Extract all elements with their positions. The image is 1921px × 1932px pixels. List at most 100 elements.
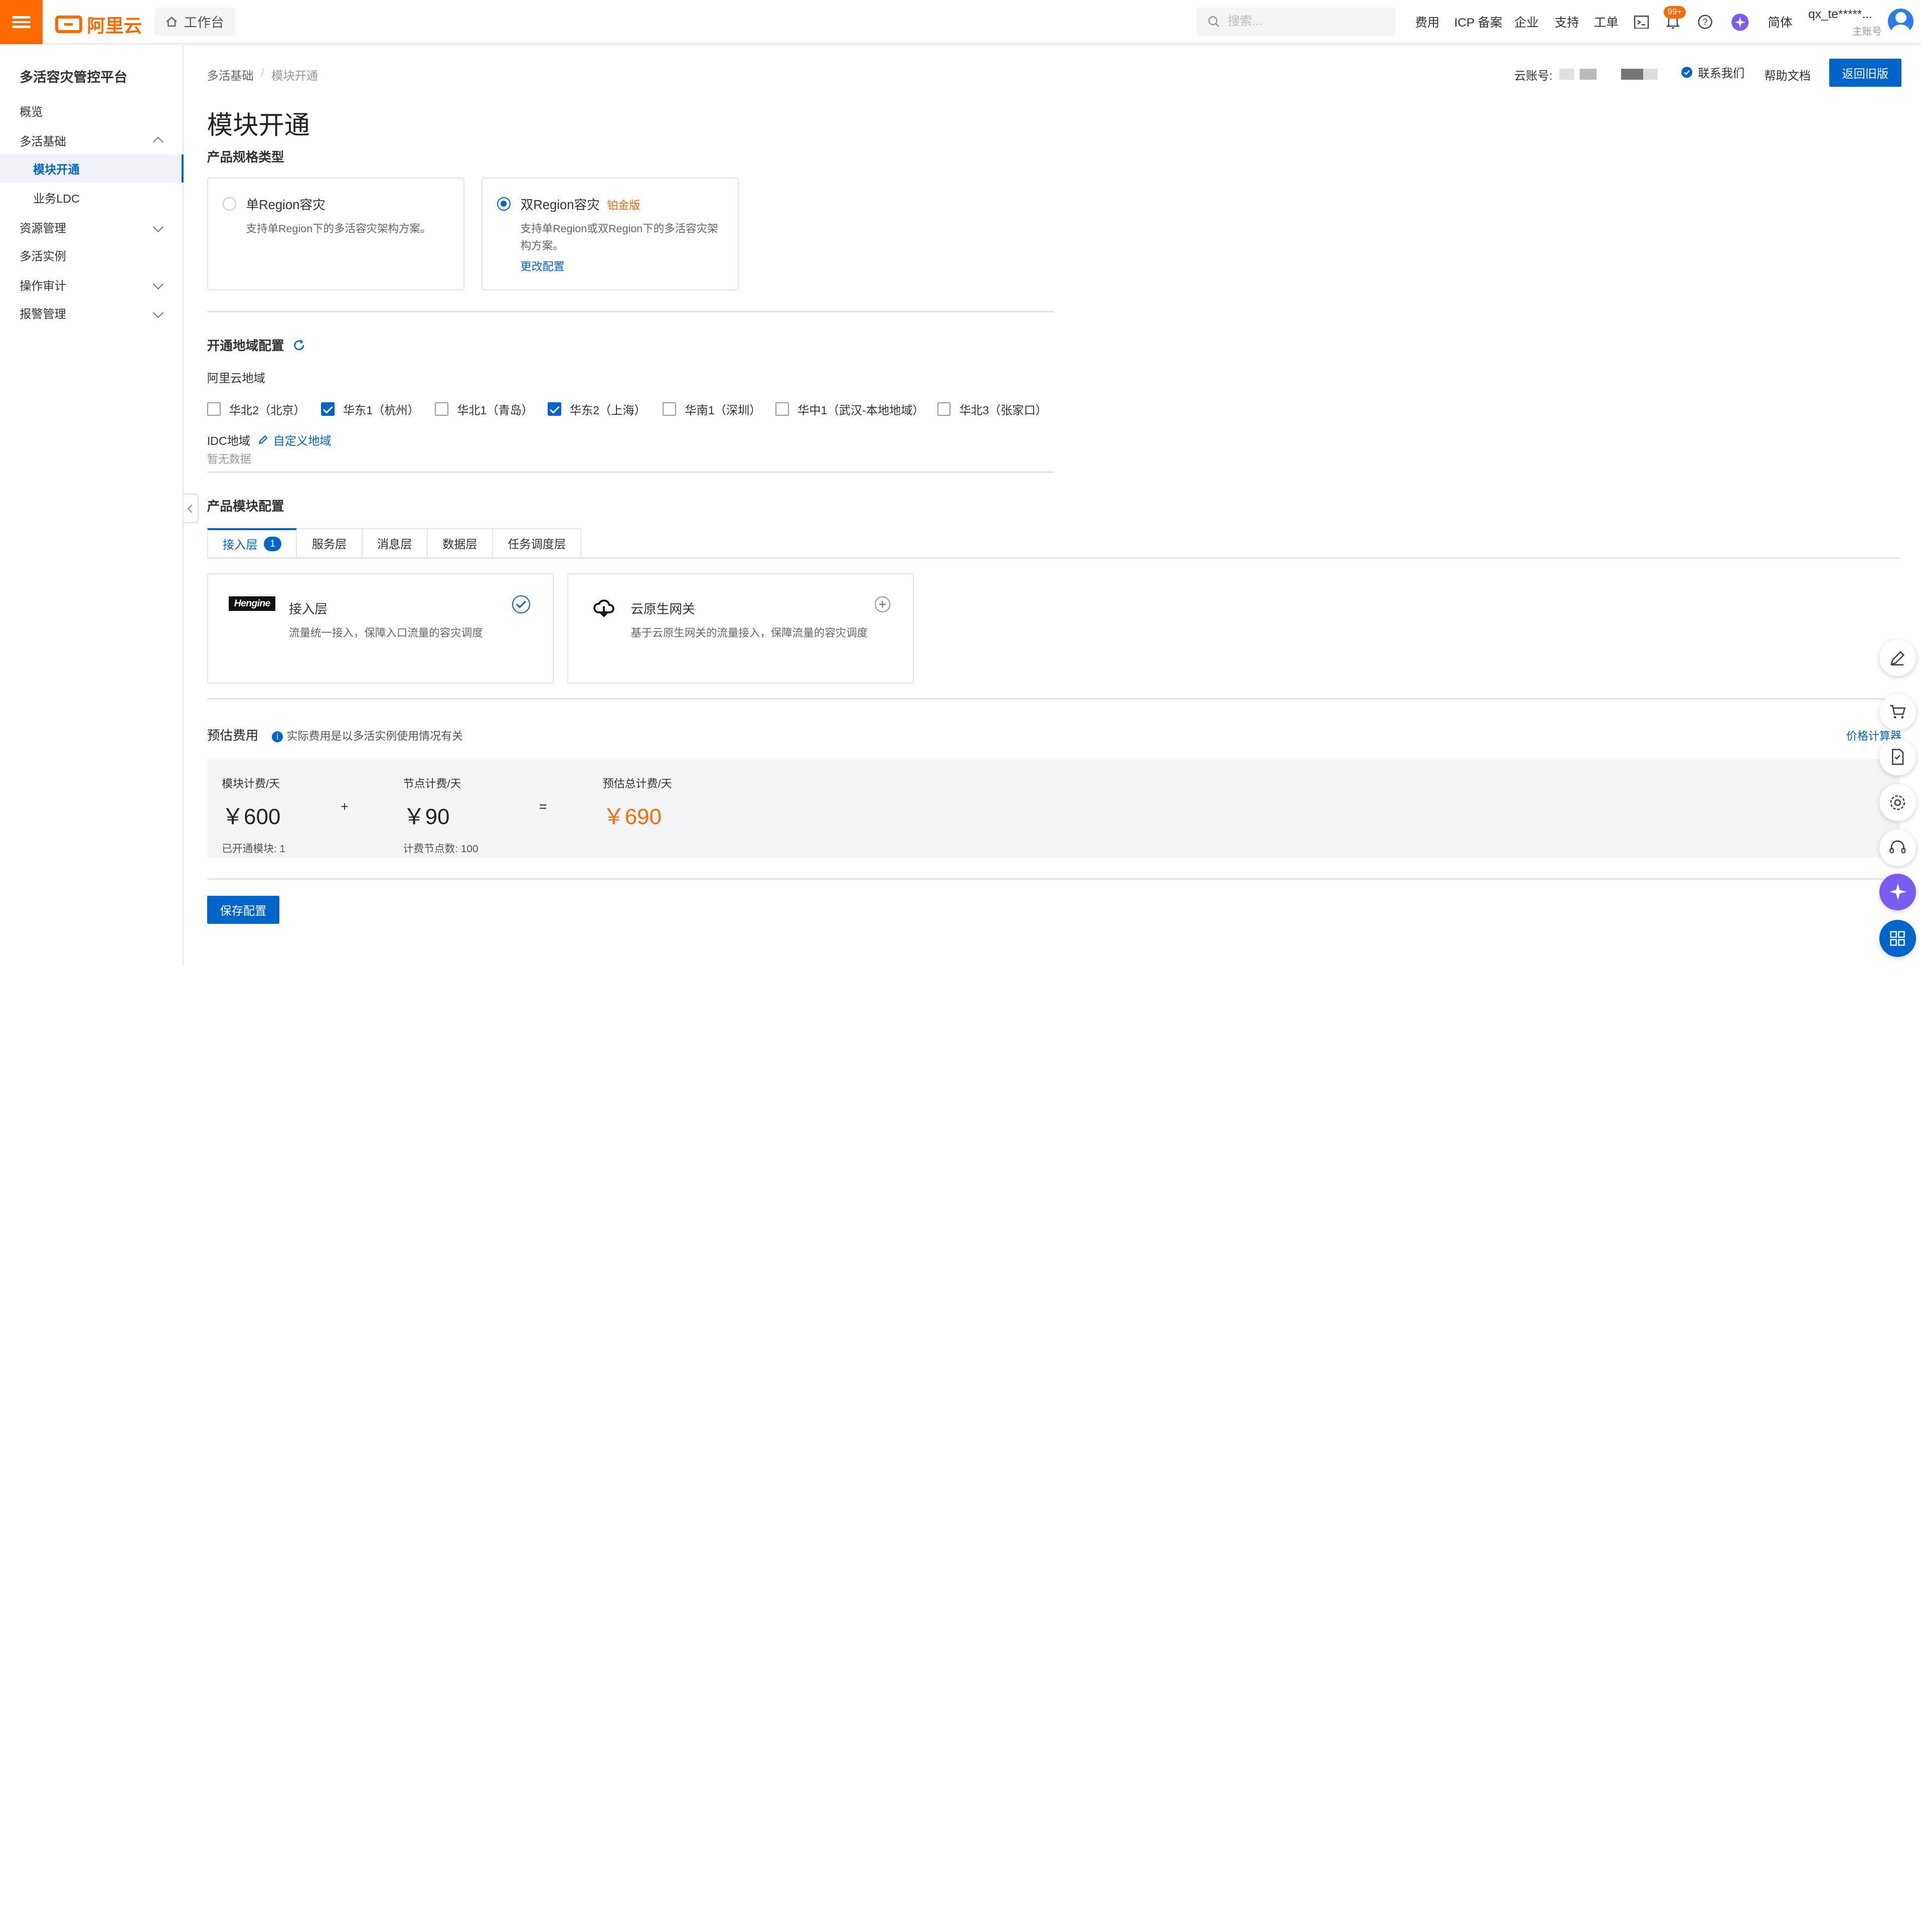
tab-access-layer[interactable]: 接入层 1 [207, 528, 297, 559]
spec-card-title: 单Region容灾 [246, 198, 326, 212]
add-icon[interactable]: + [874, 596, 891, 612]
cart-icon[interactable] [1879, 693, 1916, 730]
checkbox[interactable] [937, 402, 951, 416]
search-input[interactable] [1227, 14, 1375, 29]
nav-fee[interactable]: 费用 [1415, 0, 1439, 44]
total-fee: 预估总计费/天 ￥690 [603, 775, 672, 831]
home-icon [166, 16, 177, 27]
fee-summary-panel: 模块计费/天 ￥600 已开通模块: 1 节点计费/天 ￥90 计费节点数: 1… [207, 759, 1900, 858]
module-fee-label: 模块计费/天 [222, 777, 280, 790]
region-checkbox-hangzhou[interactable]: 华东1（杭州） [321, 401, 419, 418]
tab-message-layer[interactable]: 消息层 [362, 528, 428, 559]
radio-single-region[interactable] [223, 197, 236, 211]
tab-data-layer[interactable]: 数据层 [427, 528, 493, 559]
breadcrumb-parent[interactable]: 多活基础 [207, 66, 254, 83]
help-docs-link[interactable]: 帮助文档 [1764, 66, 1811, 83]
radio-dual-region[interactable] [497, 197, 511, 211]
region-checkbox-beijing[interactable]: 华北2（北京） [207, 401, 305, 418]
breadcrumb: 多活基础 / 模块开通 [207, 66, 318, 83]
spec-card-dual-region[interactable]: 双Region容灾 铂金版 支持单Region或双Region下的多活容灾架构方案… [481, 178, 739, 290]
region-checkbox-qingdao[interactable]: 华北1（青岛） [435, 401, 533, 418]
masked-account-id-2 [1621, 68, 1658, 80]
module-tabs: 接入层 1 服务层 消息层 数据层 任务调度层 [207, 528, 582, 559]
sidebar-item-multi-active-basics[interactable]: 多活基础 [0, 126, 184, 154]
terminal-icon[interactable] [1634, 0, 1649, 44]
divider [207, 698, 1900, 700]
ai-assistant-icon[interactable] [1731, 0, 1749, 44]
nav-enterprise[interactable]: 企业 [1514, 0, 1539, 44]
logo-mark-icon [55, 16, 82, 33]
region-section-title: 开通地域配置 [207, 336, 305, 354]
checkbox[interactable] [775, 402, 789, 416]
brand-name: 阿里云 [87, 15, 142, 36]
ai-assistant-float-icon[interactable] [1879, 873, 1916, 910]
divider [207, 311, 1054, 312]
spec-card-single-region[interactable]: 单Region容灾 支持单Region下的多活容灾架构方案。 [207, 178, 464, 290]
hengine-logo: Hengine [229, 596, 276, 611]
masked-account-id [1559, 68, 1596, 80]
module-card-cloud-native-gateway[interactable]: 云原生网关 基于云原生网关的流量接入，保障流量的容灾调度 + [567, 573, 914, 684]
region-checkbox-shanghai[interactable]: 华东2（上海） [547, 401, 646, 418]
save-config-button[interactable]: 保存配置 [207, 895, 279, 924]
region-checkbox-zhangjiakou[interactable]: 华北3（张家口） [937, 401, 1047, 418]
contact-us-link[interactable]: 联系我们 [1681, 64, 1744, 81]
spec-card-desc: 支持单Region或双Region下的多活容灾架构方案。 [520, 223, 718, 252]
platinum-tag: 铂金版 [607, 199, 641, 212]
breadcrumb-current: 模块开通 [271, 69, 318, 82]
sidebar-item-business-ldc[interactable]: 业务LDC [0, 184, 184, 212]
customer-service-icon[interactable] [1879, 829, 1916, 866]
sidebar-collapse-button[interactable] [184, 494, 199, 523]
workbench-button[interactable]: 工作台 [154, 7, 235, 36]
checkbox[interactable] [321, 402, 335, 416]
edit-icon [259, 435, 268, 444]
document-icon[interactable] [1879, 738, 1916, 776]
checkbox[interactable] [207, 402, 221, 416]
tab-service-layer[interactable]: 服务层 [297, 528, 363, 559]
change-config-link[interactable]: 更改配置 [521, 258, 565, 274]
edit-feedback-icon[interactable] [1879, 639, 1916, 677]
apps-grid-icon[interactable] [1879, 920, 1916, 957]
chevron-up-icon [152, 136, 164, 147]
equals-operator: = [539, 798, 547, 814]
info-icon: i [272, 731, 283, 743]
menu-icon[interactable] [0, 0, 43, 44]
nav-support[interactable]: 支持 [1555, 0, 1579, 44]
spec-card-desc: 支持单Region下的多活容灾架构方案。 [246, 223, 431, 235]
module-desc: 基于云原生网关的流量接入，保障流量的容灾调度 [630, 627, 868, 639]
sidebar-item-audit[interactable]: 操作审计 [0, 271, 184, 299]
idc-region-label: IDC地域 [207, 434, 251, 447]
avatar[interactable] [1888, 9, 1914, 35]
nav-icp[interactable]: ICP 备案 [1454, 0, 1502, 44]
aliyun-logo[interactable]: 阿里云 [55, 11, 142, 38]
region-checkbox-wuhan[interactable]: 华中1（武汉-本地地域） [775, 401, 924, 418]
region-checkbox-shenzhen[interactable]: 华南1（深圳） [663, 401, 761, 418]
search-box[interactable] [1197, 7, 1396, 36]
workbench-label: 工作台 [184, 15, 224, 31]
cloud-gateway-icon [593, 599, 614, 617]
account-menu[interactable]: qx_te*****... 主账号 [1808, 8, 1882, 38]
sidebar-item-overview[interactable]: 概览 [0, 97, 184, 125]
breadcrumb-separator: / [261, 66, 264, 79]
checkbox[interactable] [663, 402, 677, 416]
refresh-icon[interactable] [293, 339, 305, 351]
custom-region-link[interactable]: 自定义地域 [258, 431, 332, 448]
back-to-old-version-button[interactable]: 返回旧版 [1829, 59, 1901, 87]
cloud-account-label: 云账号: [1514, 69, 1553, 82]
checkbox[interactable] [547, 402, 561, 416]
settings-icon[interactable] [1879, 784, 1916, 821]
divider [207, 878, 1900, 880]
account-type: 主账号 [1852, 26, 1882, 38]
help-icon[interactable]: ? [1698, 0, 1713, 44]
module-card-access-layer[interactable]: Hengine 接入层 流量统一接入，保障入口流量的容灾调度 [207, 573, 554, 684]
language-switch[interactable]: 简体 [1768, 0, 1793, 44]
tab-scheduling-layer[interactable]: 任务调度层 [493, 528, 582, 559]
checkbox[interactable] [435, 402, 448, 416]
sidebar-item-resource-management[interactable]: 资源管理 [0, 213, 184, 241]
check-circle-icon[interactable] [512, 595, 531, 614]
module-desc: 流量统一接入，保障入口流量的容灾调度 [289, 627, 483, 639]
sidebar-item-alarm[interactable]: 报警管理 [0, 299, 184, 327]
platform-title: 多活容灾管控平台 [20, 69, 127, 85]
sidebar-item-instances[interactable]: 多活实例 [0, 241, 184, 269]
sidebar-item-module-activation[interactable]: 模块开通 [0, 154, 184, 183]
nav-ticket[interactable]: 工单 [1594, 0, 1619, 44]
